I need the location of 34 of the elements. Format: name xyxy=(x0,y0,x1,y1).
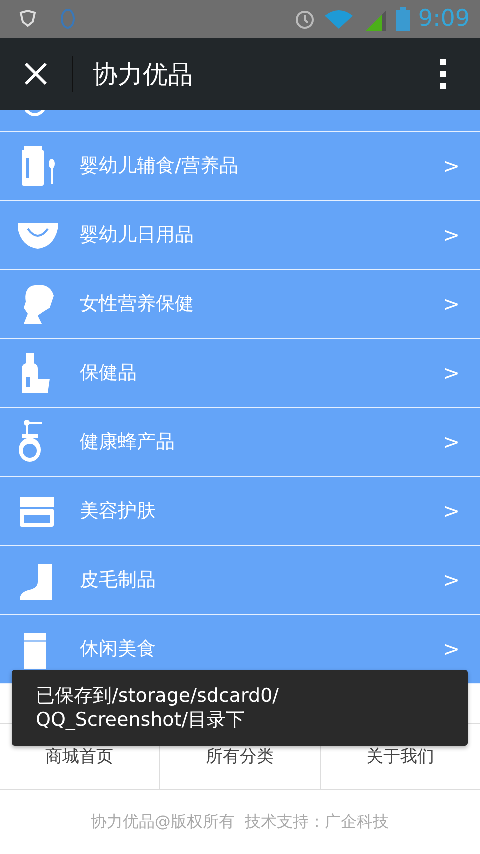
category-label: 美容护肤 xyxy=(80,499,156,524)
honey-pot-icon xyxy=(16,420,44,464)
category-row[interactable]: 皮毛制品 > xyxy=(0,546,480,615)
category-row[interactable]: 保健品 > xyxy=(0,339,480,408)
more-menu-icon[interactable] xyxy=(440,59,446,89)
alarm-icon xyxy=(294,8,316,30)
clock-time: 9:09 xyxy=(418,6,470,32)
copyright-text: 协力优品@版权所有 技术支持：广企科技 xyxy=(90,812,390,832)
chevron: > xyxy=(443,499,460,523)
category-label: 女性营养保健 xyxy=(80,292,194,317)
category-label: 皮毛制品 xyxy=(80,568,156,593)
category-label: 婴幼儿日用品 xyxy=(80,223,194,248)
category-row[interactable]: 健康蜂产品 > xyxy=(0,408,480,477)
category-label: 婴幼儿辅食/营养品 xyxy=(80,154,238,179)
category-label: 健康蜂产品 xyxy=(80,430,175,455)
chevron: > xyxy=(443,430,460,454)
category-row[interactable]: 女性营养保健 > xyxy=(0,270,480,339)
close-icon[interactable] xyxy=(24,62,48,86)
chevron: > xyxy=(443,223,460,247)
chevron: > xyxy=(443,292,460,316)
category-label: 保健品 xyxy=(80,361,137,386)
chevron: > xyxy=(443,361,460,385)
chevron: > xyxy=(443,637,460,661)
category-row[interactable]: 美容护肤 > xyxy=(0,477,480,546)
category-row[interactable]: 婴幼儿辅食/营养品 > xyxy=(0,132,480,201)
category-row[interactable]: 婴幼儿日用品 > xyxy=(0,201,480,270)
wifi-icon xyxy=(324,9,354,29)
chevron: > xyxy=(443,154,460,178)
battery-icon xyxy=(396,7,410,31)
shield-icon xyxy=(18,9,38,29)
app-title: 协力优品 xyxy=(93,58,193,90)
saved-toast: 已保存到/storage/sdcard0/ QQ_Screenshot/目录下 xyxy=(12,670,468,746)
category-label: 休闲美食 xyxy=(80,637,156,662)
chevron: > xyxy=(443,568,460,592)
